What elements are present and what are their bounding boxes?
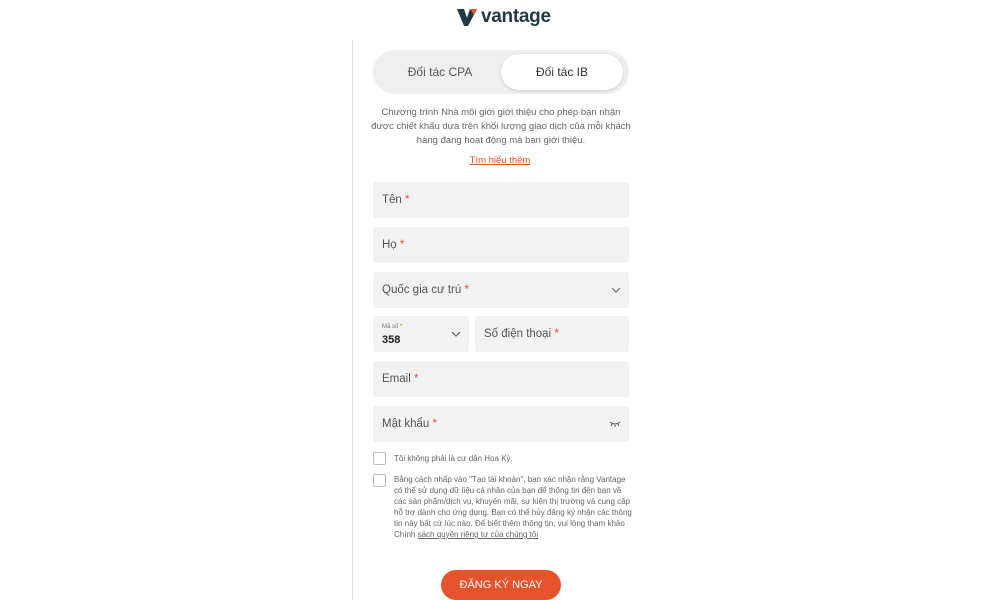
password-label: Mật khẩu * (382, 418, 437, 430)
country-code-select[interactable]: Mã số * 358 (373, 316, 469, 352)
country-select[interactable]: Quốc gia cư trú * (373, 272, 629, 308)
country-code-label: Mã số * (382, 324, 403, 330)
country-label: Quốc gia cư trú * (382, 284, 469, 296)
password-field[interactable]: Mật khẩu * (373, 406, 629, 442)
us-resident-checkbox[interactable] (373, 452, 386, 465)
us-resident-label: Tôi không phải là cư dân Hoa Kỳ. (394, 454, 513, 463)
first-name-label: Tên * (382, 194, 410, 206)
email-label: Email * (382, 373, 419, 385)
marketing-consent-checkbox[interactable] (373, 474, 386, 487)
last-name-label: Họ * (382, 239, 405, 251)
brand-name: vantage (481, 6, 551, 27)
brand-logo: vantage (456, 6, 551, 28)
chevron-down-icon (451, 331, 461, 337)
marketing-consent-text: Bằng cách nhấp vào "Tạo tài khoản", bạn … (394, 475, 632, 539)
divider (352, 40, 353, 600)
first-name-field[interactable]: Tên * (373, 182, 629, 218)
email-field[interactable]: Email * (373, 361, 629, 397)
program-description: Chương trình Nhà môi giới giới thiệu cho… (371, 107, 631, 146)
tab-cpa[interactable]: Đối tác CPA (377, 54, 503, 90)
vantage-logo-icon (457, 9, 477, 26)
phone-label: Số điện thoại * (484, 328, 559, 340)
learn-more-wrapper: Tìm hiểu thêm (0, 150, 1000, 168)
country-code-value: 358 (382, 334, 401, 346)
privacy-policy-link[interactable]: sách quyền riêng tư của chúng tôi (418, 530, 539, 539)
learn-more-link[interactable]: Tìm hiểu thêm (470, 155, 531, 166)
chevron-down-icon (611, 287, 621, 293)
last-name-field[interactable]: Họ * (373, 227, 629, 263)
eye-closed-icon[interactable] (609, 421, 621, 427)
partner-tabs: Đối tác CPA Đối tác IB (373, 50, 629, 94)
register-now-button[interactable]: ĐĂNG KÝ NGAY (441, 570, 561, 600)
phone-field[interactable]: Số điện thoại * (475, 316, 629, 352)
tab-ib[interactable]: Đối tác IB (501, 54, 623, 90)
